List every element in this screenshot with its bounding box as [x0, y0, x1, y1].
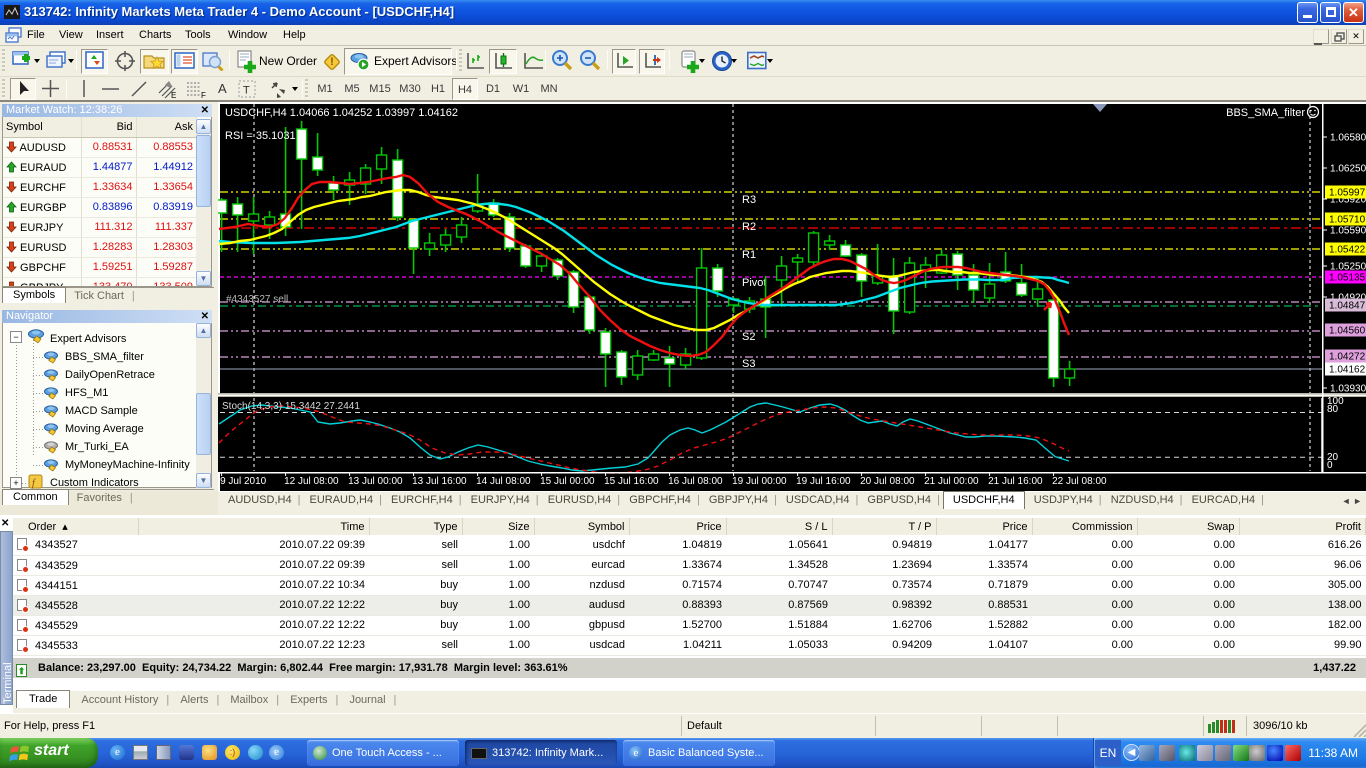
- svg-text:15 Jul 00:00: 15 Jul 00:00: [540, 476, 595, 487]
- svg-text:1.05997: 1.05997: [1329, 188, 1366, 199]
- svg-text:F: F: [201, 91, 206, 99]
- svg-text:!: !: [330, 56, 334, 68]
- svg-text:1.05590: 1.05590: [1330, 226, 1366, 237]
- svg-text:9 Jul 2010: 9 Jul 2010: [220, 476, 267, 487]
- svg-text:14 Jul 08:00: 14 Jul 08:00: [476, 476, 531, 487]
- svg-text:#4343527 sell: #4343527 sell: [226, 294, 288, 305]
- svg-text:1.04162: 1.04162: [1329, 365, 1366, 376]
- svg-text:12 Jul 08:00: 12 Jul 08:00: [284, 476, 339, 487]
- svg-text:1.04272: 1.04272: [1329, 352, 1366, 363]
- svg-text:13 Jul 00:00: 13 Jul 00:00: [348, 476, 403, 487]
- svg-text:80: 80: [1327, 404, 1339, 415]
- svg-text:1.06250: 1.06250: [1330, 164, 1366, 175]
- svg-text:1.05422: 1.05422: [1329, 245, 1366, 256]
- svg-text:21 Jul 00:00: 21 Jul 00:00: [924, 476, 979, 487]
- svg-text:S2: S2: [742, 331, 755, 343]
- svg-text:16 Jul 08:00: 16 Jul 08:00: [668, 476, 723, 487]
- svg-text:1.04560: 1.04560: [1329, 326, 1366, 337]
- svg-text:1.04847: 1.04847: [1329, 301, 1366, 312]
- svg-text:1.05710: 1.05710: [1329, 215, 1366, 226]
- svg-text:E: E: [171, 91, 176, 99]
- svg-text:R3: R3: [742, 194, 756, 206]
- svg-text:BBS_SMA_filter: BBS_SMA_filter: [1226, 107, 1305, 119]
- svg-text:T: T: [243, 85, 250, 97]
- svg-text:19 Jul 16:00: 19 Jul 16:00: [796, 476, 851, 487]
- svg-text:Pivot: Pivot: [742, 277, 766, 289]
- svg-text:1.05135: 1.05135: [1329, 273, 1366, 284]
- svg-text:13 Jul 16:00: 13 Jul 16:00: [412, 476, 467, 487]
- svg-text:R1: R1: [742, 249, 756, 261]
- svg-text:Stoch(14,3,3) 15.3442 27.2441: Stoch(14,3,3) 15.3442 27.2441: [222, 401, 360, 412]
- svg-text:USDCHF,H4 1.04066 1.04252 1.0: USDCHF,H4 1.04066 1.04252 1.03997 1.0416…: [225, 107, 458, 119]
- svg-text:0: 0: [1327, 460, 1333, 471]
- svg-text:1.03930: 1.03930: [1330, 384, 1366, 395]
- svg-text:S3: S3: [742, 358, 755, 370]
- svg-text:20 Jul 08:00: 20 Jul 08:00: [860, 476, 915, 487]
- svg-text:R2: R2: [742, 221, 756, 233]
- svg-text:19 Jul 00:00: 19 Jul 00:00: [732, 476, 787, 487]
- svg-text:22 Jul 08:00: 22 Jul 08:00: [1052, 476, 1107, 487]
- svg-text:1.06580: 1.06580: [1330, 133, 1366, 144]
- svg-text:15 Jul 16:00: 15 Jul 16:00: [604, 476, 659, 487]
- svg-text:RSI = 35.1031: RSI = 35.1031: [225, 130, 296, 142]
- svg-text:21 Jul 16:00: 21 Jul 16:00: [988, 476, 1043, 487]
